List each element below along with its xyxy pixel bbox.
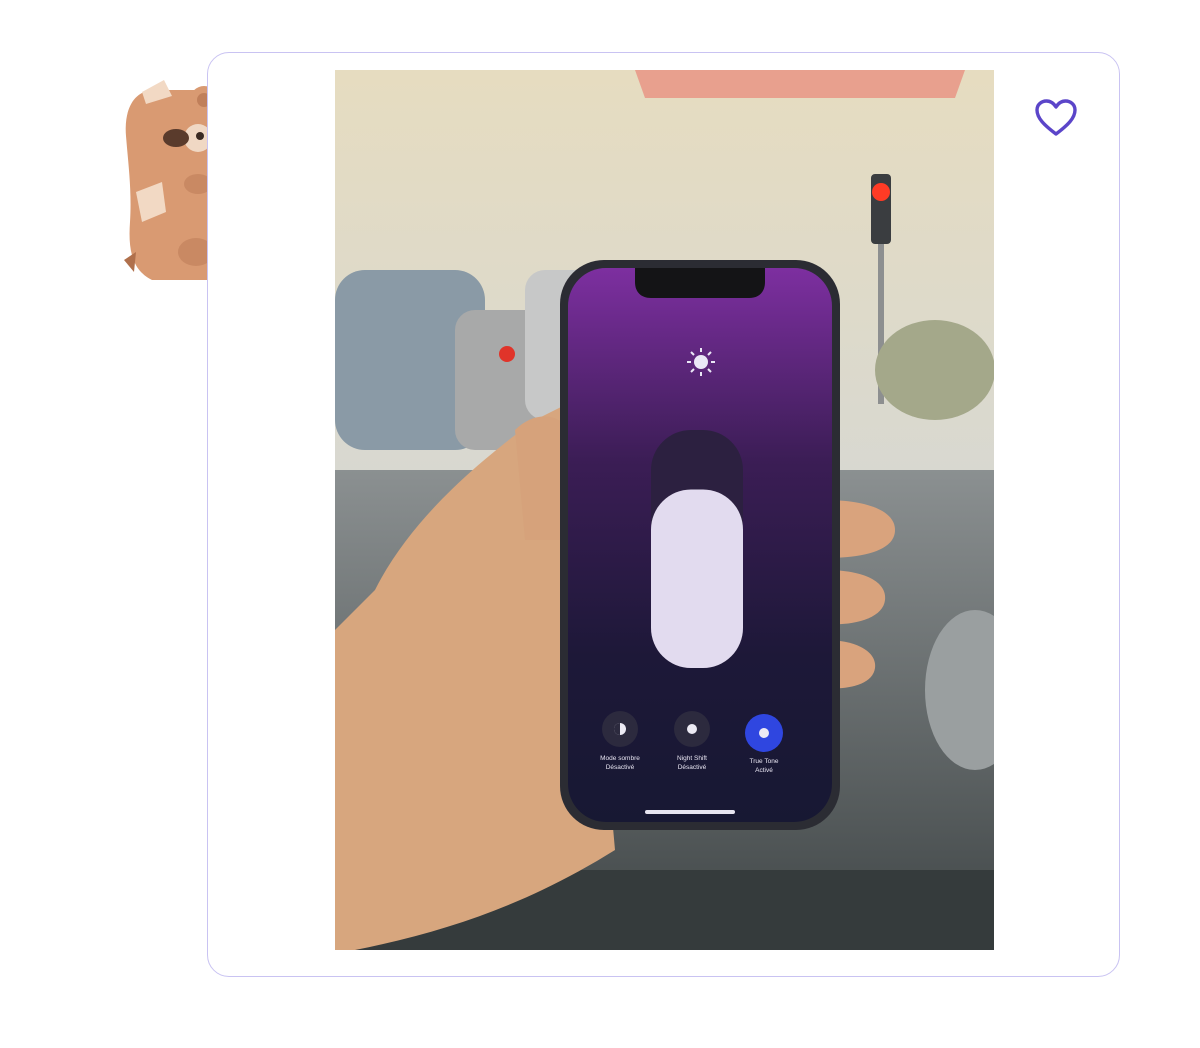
true-tone-title: True Tone bbox=[750, 758, 779, 765]
true-tone-button[interactable] bbox=[745, 714, 783, 752]
night-shift-state: Désactivé bbox=[678, 764, 707, 771]
brightness-slider[interactable] bbox=[651, 430, 743, 668]
true-tone-state: Activé bbox=[755, 767, 773, 774]
dark-mode-button[interactable] bbox=[602, 711, 638, 747]
dark-mode-state: Désactivé bbox=[606, 764, 635, 771]
dark-mode-title: Mode sombre bbox=[600, 755, 640, 762]
night-shift-title: Night Shift bbox=[677, 755, 707, 762]
favorite-button[interactable] bbox=[1030, 94, 1082, 142]
heart-outline-icon bbox=[1035, 99, 1077, 136]
night-shift-button[interactable] bbox=[674, 711, 710, 747]
post-photo[interactable]: Mode sombre Désactivé Night Shift Désact… bbox=[335, 70, 994, 950]
